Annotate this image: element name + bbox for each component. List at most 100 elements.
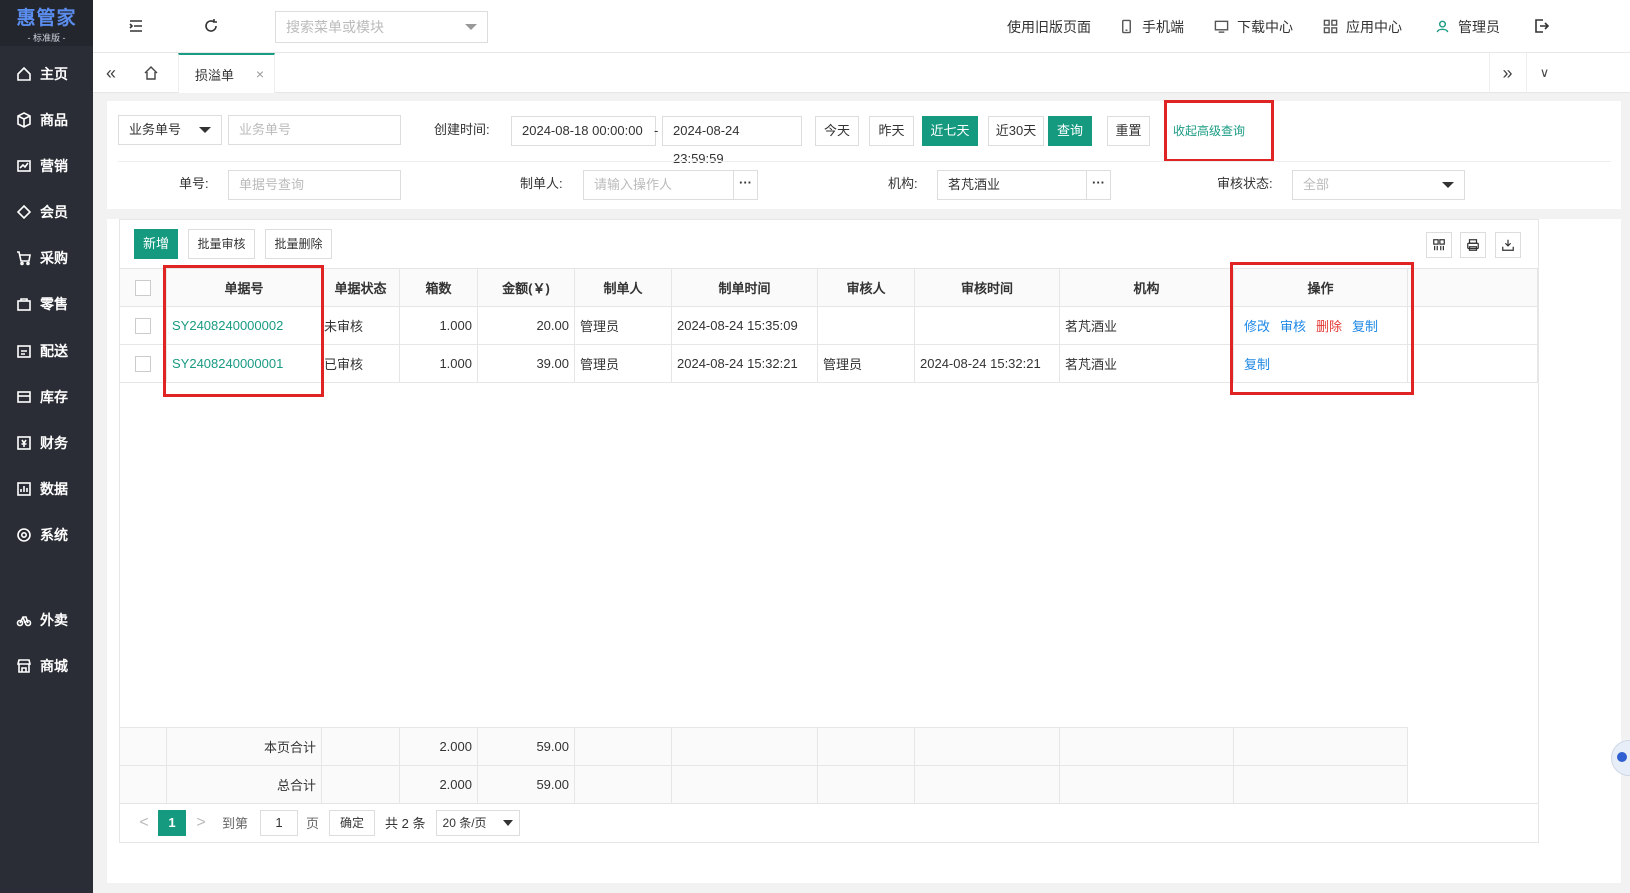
batch-delete-button[interactable]: 批量删除: [265, 229, 332, 259]
table-header: 单据号 单据状态 箱数 金额(￥) 制单人 制单时间 审核人 审核时间 机构 操…: [119, 268, 1538, 307]
home-tab-icon[interactable]: [133, 53, 169, 93]
doc-no-input[interactable]: 单据号查询: [228, 170, 401, 200]
user-menu[interactable]: 管理员: [1435, 0, 1500, 53]
print-icon[interactable]: [1460, 232, 1486, 258]
query-button[interactable]: 查询: [1048, 116, 1092, 146]
col-auditor[interactable]: 审核人: [817, 268, 915, 307]
col-maker[interactable]: 制单人: [574, 268, 672, 307]
sidebar-item-label: 数据: [40, 481, 68, 497]
mobile-label: 手机端: [1142, 18, 1184, 35]
tab-more-icon[interactable]: ∨: [1526, 53, 1562, 93]
query-type-select[interactable]: 业务单号: [118, 115, 222, 145]
sidebar-item-home[interactable]: 主页: [0, 54, 93, 94]
app-center-link[interactable]: 应用中心: [1323, 0, 1402, 53]
menu-toggle-icon[interactable]: [127, 17, 145, 35]
reset-button[interactable]: 重置: [1107, 116, 1150, 146]
mobile-link[interactable]: 手机端: [1119, 0, 1184, 53]
cell-actions: 修改 审核 删除 复制: [1233, 306, 1408, 345]
sidebar-item-label: 财务: [40, 435, 68, 451]
cell-status: 未审核: [321, 306, 400, 345]
more-icon[interactable]: ···: [1086, 171, 1110, 199]
copy-link[interactable]: 复制: [1244, 357, 1270, 372]
download-center-link[interactable]: 下载中心: [1214, 0, 1293, 53]
chevron-down-icon: [1442, 182, 1454, 188]
refresh-icon[interactable]: [202, 17, 220, 35]
edit-link[interactable]: 修改: [1244, 319, 1270, 334]
select-all-checkbox[interactable]: [119, 268, 167, 307]
cell-filler: [1407, 344, 1538, 383]
today-button[interactable]: 今天: [815, 116, 859, 146]
export-icon[interactable]: [1495, 232, 1521, 258]
sidebar-item-finance[interactable]: 财务: [0, 423, 93, 463]
more-icon[interactable]: ···: [733, 171, 757, 199]
collapse-advanced-query-link[interactable]: 收起高级查询: [1173, 116, 1245, 146]
delete-link[interactable]: 删除: [1316, 319, 1342, 334]
maker-placeholder: 请输入操作人: [594, 177, 673, 192]
table-row[interactable]: SY2408240000002 未审核 1.000 20.00 管理员 2024…: [119, 306, 1538, 345]
yesterday-button[interactable]: 昨天: [869, 116, 914, 146]
old-page-link[interactable]: 使用旧版页面: [1007, 0, 1091, 53]
col-boxes[interactable]: 箱数: [399, 268, 478, 307]
next-page-icon[interactable]: >: [186, 814, 216, 832]
col-amount[interactable]: 金额(￥): [477, 268, 575, 307]
business-no-input[interactable]: 业务单号: [228, 115, 401, 145]
logout-icon[interactable]: [1533, 17, 1551, 35]
sidebar-item-marketing[interactable]: 营销: [0, 146, 93, 186]
date-to-input[interactable]: 2024-08-24 23:59:59: [662, 116, 802, 166]
row-checkbox[interactable]: [119, 306, 167, 345]
last-7-days-button[interactable]: 近七天: [922, 116, 978, 146]
cell-audited-at: [914, 306, 1060, 345]
audit-link[interactable]: 审核: [1280, 319, 1306, 334]
col-status[interactable]: 单据状态: [321, 268, 400, 307]
sidebar-item-takeout[interactable]: 外卖: [0, 600, 93, 640]
col-org[interactable]: 机构: [1059, 268, 1234, 307]
col-made-at[interactable]: 制单时间: [671, 268, 818, 307]
cell-actions: 复制: [1233, 344, 1408, 383]
copy-link[interactable]: 复制: [1352, 319, 1378, 334]
last-30-days-button[interactable]: 近30天: [988, 116, 1044, 146]
sidebar-item-mall[interactable]: 商城: [0, 646, 93, 686]
sidebar-item-data[interactable]: 数据: [0, 469, 93, 509]
batch-audit-button[interactable]: 批量审核: [188, 229, 255, 259]
col-audited-at[interactable]: 审核时间: [914, 268, 1060, 307]
doc-no-label: 单号:: [179, 176, 209, 191]
user-label: 管理员: [1458, 18, 1500, 35]
sidebar-item-retail[interactable]: 零售: [0, 284, 93, 324]
close-icon[interactable]: ×: [256, 66, 264, 82]
page-jump-input[interactable]: 1: [260, 809, 299, 836]
doc-no-link[interactable]: SY2408240000002: [172, 318, 283, 333]
cart-icon: [16, 250, 32, 266]
audit-status-select[interactable]: 全部: [1292, 170, 1465, 200]
confirm-jump-button[interactable]: 确定: [329, 809, 376, 836]
sidebar-item-inventory[interactable]: 库存: [0, 377, 93, 417]
date-from-input[interactable]: 2024-08-18 00:00:00: [511, 116, 656, 146]
row-checkbox[interactable]: [119, 344, 167, 383]
prev-page-icon[interactable]: <: [132, 814, 156, 832]
table-row[interactable]: SY2408240000001 已审核 1.000 39.00 管理员 2024…: [119, 344, 1538, 383]
user-icon: [1436, 20, 1449, 33]
page-size-select[interactable]: 20 条/页: [435, 809, 520, 836]
sidebar-item-members[interactable]: 会员: [0, 192, 93, 232]
apps-icon: [1323, 19, 1338, 34]
old-page-label: 使用旧版页面: [1007, 18, 1091, 35]
sidebar-item-purchase[interactable]: 采购: [0, 238, 93, 278]
column-settings-icon[interactable]: [1426, 232, 1452, 258]
menu-search-input[interactable]: 搜索菜单或模块: [275, 11, 488, 43]
created-time-label: 创建时间:: [434, 122, 490, 137]
cell-maker: 管理员: [574, 306, 672, 345]
maker-input[interactable]: 请输入操作人 ···: [583, 170, 758, 200]
page-number-current[interactable]: 1: [158, 809, 186, 836]
add-button[interactable]: 新增: [134, 229, 178, 259]
sidebar-item-goods[interactable]: 商品: [0, 100, 93, 140]
tab-loss-overflow[interactable]: 损溢单 ×: [178, 53, 275, 93]
sidebar-item-delivery[interactable]: 配送: [0, 331, 93, 371]
sidebar-item-system[interactable]: 系统: [0, 515, 93, 555]
sidebar-item-label: 会员: [40, 204, 68, 220]
page-summary-amount: 59.00: [477, 727, 575, 766]
tab-scroll-left-icon[interactable]: «: [93, 53, 129, 93]
doc-no-link[interactable]: SY2408240000001: [172, 356, 283, 371]
tab-scroll-right-icon[interactable]: »: [1489, 53, 1525, 93]
org-input[interactable]: 茗芃酒业 ···: [937, 170, 1111, 200]
col-doc-no[interactable]: 单据号: [166, 268, 322, 307]
audit-status-value: 全部: [1303, 177, 1330, 192]
